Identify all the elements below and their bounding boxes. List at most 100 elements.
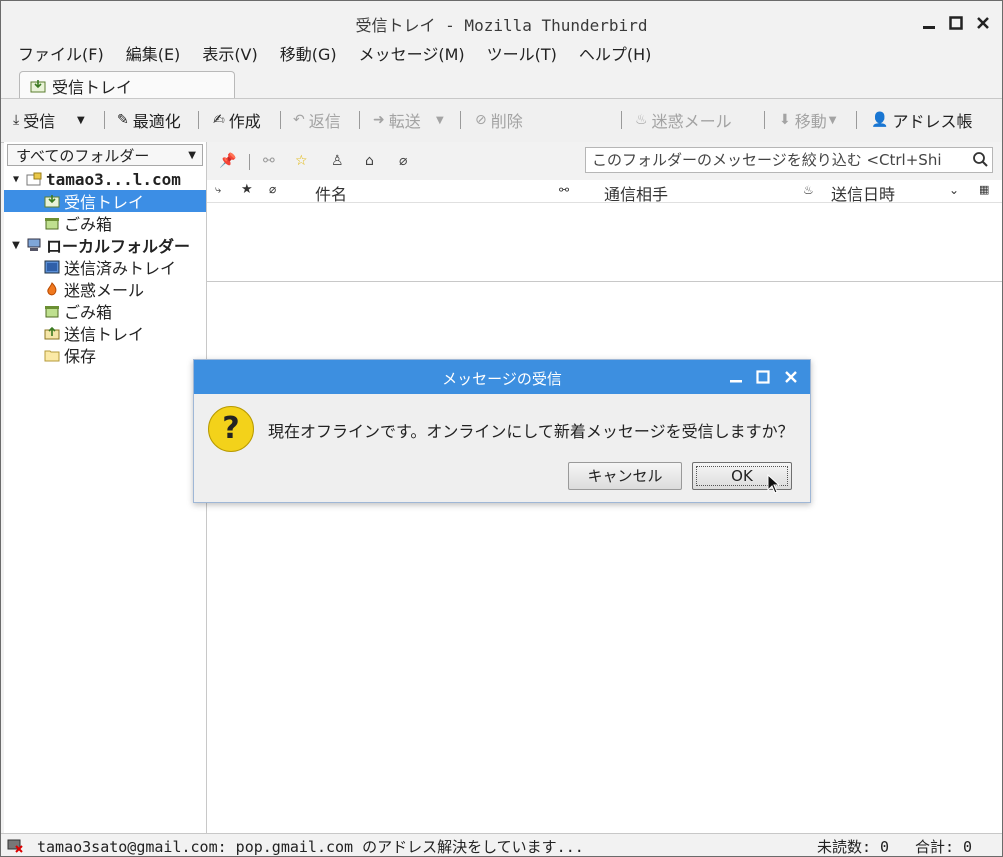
menu-help[interactable]: ヘルプ(H) [568,43,663,67]
junk-column-icon[interactable]: ♨ [803,183,814,197]
get-messages-dialog: メッセージの受信 ? 現在オフラインです。オンラインにして新着メッセージを受信し… [193,359,811,503]
contact-icon[interactable]: ♙ [331,153,344,169]
compact-button[interactable]: ✎ 最適化 [117,109,181,131]
folder-inbox[interactable]: 受信トレイ [4,190,206,212]
folder-label: 送信トレイ [64,325,145,344]
junk-label: 迷惑メール [651,112,732,131]
address-book-button[interactable]: 👤 アドレス帳 [871,109,972,131]
star-column-icon[interactable]: ★ [241,182,253,197]
minimize-icon [730,380,742,383]
arrow-down-icon: ⬇ [779,112,791,128]
attachment-column-icon[interactable]: ⌀ [269,182,276,196]
tab-inbox[interactable]: 受信トレイ [19,71,235,100]
dialog-maximize-button[interactable] [753,367,773,387]
get-mail-button[interactable]: ⤓ 受信 [13,109,55,131]
quick-filter-placeholder: このフォルダーのメッセージを絞り込む <Ctrl+Shi [592,151,942,169]
flame-icon [47,282,57,296]
star-icon[interactable]: ☆ [295,153,308,169]
thread-icon[interactable]: ⚯ [263,153,275,169]
reply-icon: ↶ [293,112,305,128]
sort-chevron-icon[interactable]: ⌄ [949,183,959,197]
cancel-label: キャンセル [587,467,663,485]
question-mark-glyph: ? [222,411,240,446]
column-date[interactable]: 送信日時 [831,181,895,205]
local-folders-label: ローカルフォルダー [46,237,191,256]
folder-label: 受信トレイ [64,193,145,212]
status-bar: tamao3sato@gmail.com: pop.gmail.com のアドレ… [1,833,1002,856]
delete-icon: ⊘ [475,112,487,128]
move-button[interactable]: ⬇ 移動 ▼ [779,109,836,131]
broom-icon: ✎ [117,112,129,128]
dialog-minimize-button[interactable] [726,367,746,387]
tag-icon[interactable]: ⌂ [365,153,374,169]
close-icon [785,371,797,383]
local-folders-row[interactable]: ▼ ローカルフォルダー [4,234,206,256]
dialog-close-button[interactable] [781,367,801,387]
computer-icon [27,238,41,251]
thread-list[interactable] [207,203,1002,282]
menu-tools[interactable]: ツール(T) [476,43,568,67]
forward-icon: ➜ [373,112,385,128]
folder-junk[interactable]: 迷惑メール [4,278,206,300]
chevron-down-icon: ▼ [188,150,196,161]
thread-column-icon[interactable]: ⤷ [215,183,221,197]
move-label: 移動 [794,112,827,131]
menu-go[interactable]: 移動(G) [269,43,348,67]
maximize-button[interactable] [946,13,966,33]
junk-button[interactable]: ♨ 迷惑メール [635,109,732,131]
folder-outbox[interactable]: 送信トレイ [4,322,206,344]
folder-trash[interactable]: ごみ箱 [4,212,206,234]
status-message: tamao3sato@gmail.com: pop.gmail.com のアドレ… [37,838,584,856]
menu-message[interactable]: メッセージ(M) [348,43,476,67]
column-correspondent[interactable]: 通信相手 [604,181,668,205]
pin-icon[interactable]: 📌 [219,153,236,169]
delete-button[interactable]: ⊘ 削除 [475,109,523,131]
folder-icon [44,350,60,362]
read-status-column-icon[interactable]: ⚯ [559,183,569,197]
account-row[interactable]: ▼ tamao3...l.com [4,168,206,190]
attachment-icon[interactable]: ⌀ [399,153,407,169]
delete-label: 削除 [490,112,523,131]
trash-icon [45,306,59,318]
menu-edit[interactable]: 編集(E) [115,43,192,67]
forward-button[interactable]: ➜ 転送 [373,109,421,131]
address-book-label: アドレス帳 [892,112,973,131]
folder-sent[interactable]: 送信済みトレイ [4,256,206,278]
reply-button[interactable]: ↶ 返信 [293,109,341,131]
maximize-icon [756,370,770,384]
person-icon: 👤 [871,112,889,128]
unread-count: 未読数: 0 [817,838,890,856]
offline-icon[interactable] [7,839,23,853]
folder-label: ごみ箱 [64,303,113,322]
folder-view-label: すべてのフォルダー [16,147,150,165]
flame-icon: ♨ [635,112,648,128]
forward-dropdown[interactable]: ▼ [436,109,444,131]
get-mail-dropdown[interactable]: ▼ [77,109,85,131]
folder-archive[interactable]: 保存 [4,344,206,366]
pencil-icon: ✍ [213,112,225,128]
account-label: tamao3...l.com [46,169,181,189]
menu-view[interactable]: 表示(V) [191,43,268,67]
question-icon: ? [208,406,254,452]
toolbar-separator [856,111,857,129]
toolbar-separator [621,111,622,129]
folder-label: ごみ箱 [64,215,113,234]
close-button[interactable] [973,13,993,33]
minimize-button[interactable] [919,13,939,33]
minimize-icon [923,26,935,29]
write-button[interactable]: ✍ 作成 [213,109,261,131]
folder-view-select[interactable]: すべてのフォルダー ▼ [7,144,203,166]
cancel-button[interactable]: キャンセル [568,462,682,490]
column-picker-icon[interactable]: ▦ [979,183,989,196]
twisty-open-icon: ▼ [12,239,20,251]
column-subject[interactable]: 件名 [315,181,347,205]
main-toolbar: ⤓ 受信 ▼ ✎ 最適化 ✍ 作成 ↶ 返信 ➜ 転送 ▼ ⊘ 削除 ♨ 迷惑メール ⬇ 移動 ▼ [1,98,1002,143]
trash-icon [45,218,59,230]
total-count: 合計: 0 [915,838,973,856]
folder-trash-local[interactable]: ごみ箱 [4,300,206,322]
menu-bar: ファイル(F) 編集(E) 表示(V) 移動(G) メッセージ(M) ツール(T… [7,43,662,67]
quick-filter-input[interactable]: このフォルダーのメッセージを絞り込む <Ctrl+Shi [585,147,993,173]
folder-label: 送信済みトレイ [64,259,177,278]
account-icon [26,172,42,186]
menu-file[interactable]: ファイル(F) [7,43,115,67]
